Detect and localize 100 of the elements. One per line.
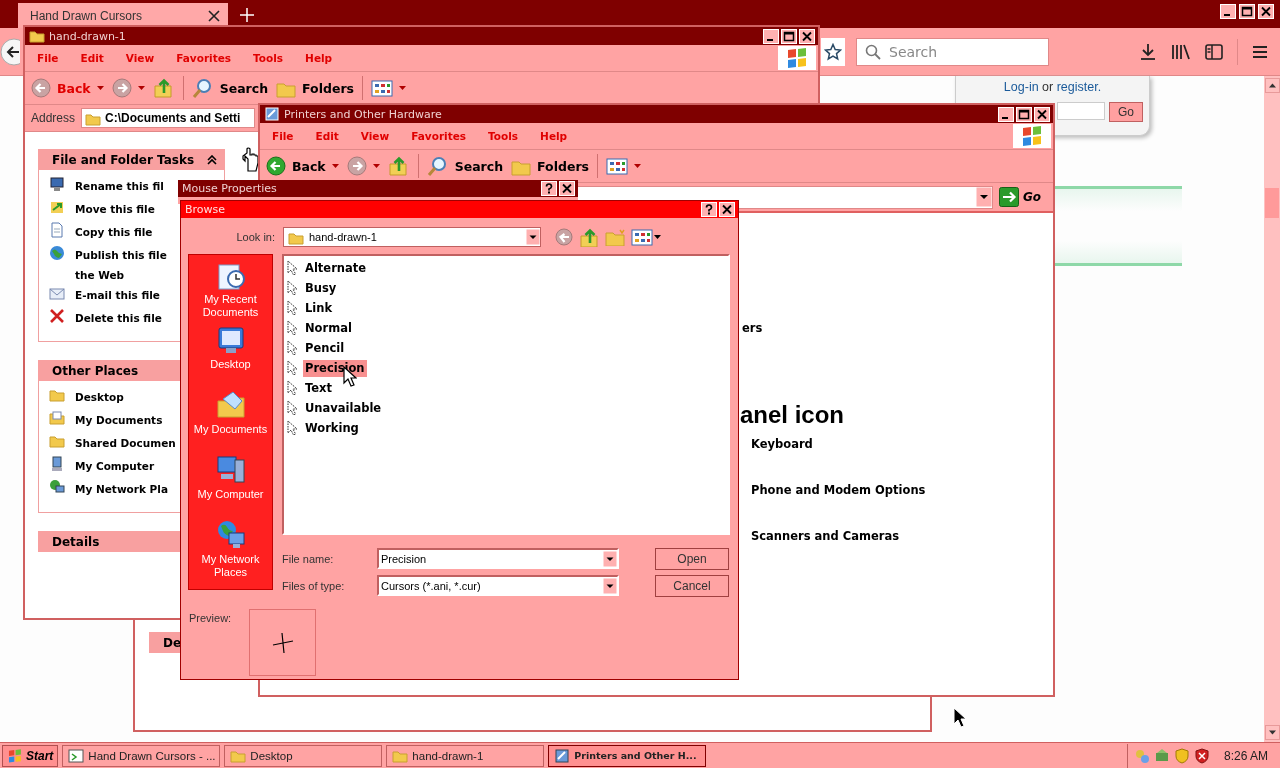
- search-field[interactable]: Search: [856, 37, 1049, 66]
- views-button[interactable]: [631, 227, 661, 247]
- envelope-icon: [49, 285, 65, 301]
- download-icon[interactable]: [1139, 42, 1157, 61]
- file-name-field[interactable]: Precision: [377, 548, 619, 569]
- go-button[interactable]: Go: [999, 187, 1047, 207]
- task-link[interactable]: Rename this fil: [75, 176, 164, 196]
- folder-icon: [49, 387, 65, 403]
- place-shortcut[interactable]: My Recent Documents: [190, 259, 271, 324]
- login-link[interactable]: Log-in: [1003, 80, 1039, 94]
- sidebar-icon[interactable]: [1205, 43, 1223, 60]
- cursor-file-icon: [286, 360, 300, 376]
- look-in-dropdown[interactable]: hand-drawn-1: [283, 227, 541, 247]
- back-button[interactable]: [0, 37, 20, 66]
- category-link[interactable]: ers: [742, 321, 1053, 401]
- list-entry[interactable]: Busy: [303, 279, 339, 297]
- task-link[interactable]: Move this file: [75, 199, 155, 219]
- scroll-down-icon[interactable]: [1264, 725, 1280, 740]
- minimize-button[interactable]: [763, 28, 779, 44]
- help-button[interactable]: [701, 202, 717, 217]
- list-entry[interactable]: Alternate: [303, 259, 369, 277]
- search-button[interactable]: Search: [426, 156, 504, 176]
- task-link[interactable]: My Computer: [75, 456, 155, 476]
- start-button[interactable]: Start: [2, 744, 59, 767]
- address-label: Address: [31, 111, 76, 125]
- new-tab-icon[interactable]: [240, 8, 254, 22]
- close-button[interactable]: [799, 28, 815, 44]
- list-entry[interactable]: Text: [303, 379, 335, 397]
- minimize-button[interactable]: [1220, 4, 1236, 19]
- search-button[interactable]: Search: [191, 78, 269, 98]
- restore-button[interactable]: [1239, 4, 1255, 19]
- windows-flag-icon: [785, 46, 809, 70]
- address-field[interactable]: C:\Documents and Setti: [81, 108, 256, 128]
- task-link[interactable]: E-mail this file: [75, 285, 160, 305]
- bookmark-button[interactable]: [821, 37, 845, 66]
- list-entry[interactable]: Unavailable: [303, 399, 384, 417]
- open-button[interactable]: Open: [655, 547, 729, 570]
- list-entry[interactable]: Link: [303, 299, 335, 317]
- task-link[interactable]: Delete this file: [75, 308, 162, 328]
- task-link[interactable]: Shared Documen: [75, 433, 176, 453]
- maximize-button[interactable]: [1016, 106, 1032, 122]
- taskbar-button[interactable]: Hand Drawn Cursors - ...: [62, 744, 221, 767]
- computer-icon: [49, 456, 65, 472]
- menu-icon[interactable]: [1252, 44, 1268, 59]
- globe-icon: [49, 245, 65, 261]
- place-shortcut[interactable]: My Computer: [190, 454, 271, 519]
- shield-icon[interactable]: [1193, 747, 1210, 764]
- back-button[interactable]: Back: [266, 156, 339, 176]
- taskbar-button[interactable]: hand-drawn-1: [386, 744, 545, 767]
- window-title: Printers and Other Hardware: [284, 107, 443, 121]
- pointer-cursor-icon: [953, 707, 967, 729]
- task-link[interactable]: Copy this file: [75, 222, 153, 242]
- close-icon[interactable]: [208, 9, 220, 22]
- panel-header[interactable]: File and Folder Tasks: [38, 149, 225, 170]
- magnifier-icon: [191, 78, 214, 98]
- control-panel-link[interactable]: Scanners and Cameras: [751, 529, 1053, 575]
- window-title: Mouse Properties: [182, 182, 278, 195]
- monitor-icon: [49, 176, 65, 192]
- task-link[interactable]: My Documents: [75, 410, 163, 430]
- minimize-button[interactable]: [998, 106, 1014, 122]
- taskbar-button[interactable]: Desktop: [224, 744, 383, 767]
- scroll-thumb[interactable]: [1265, 188, 1279, 218]
- scroll-up-icon[interactable]: [1264, 78, 1280, 93]
- cancel-button[interactable]: Cancel: [655, 574, 729, 597]
- file-type-label: Files of type:: [282, 579, 346, 592]
- caret-icon: [654, 235, 661, 239]
- scrollbar[interactable]: [1264, 76, 1280, 742]
- task-link[interactable]: Publish this file the Web: [75, 245, 167, 285]
- file-type-dropdown[interactable]: Cursors (*.ani, *.cur): [377, 575, 619, 596]
- cursor-file-icon: [286, 340, 300, 356]
- close-button[interactable]: [1258, 4, 1274, 19]
- go-button[interactable]: Go: [1109, 102, 1143, 122]
- folders-button[interactable]: Folders: [511, 156, 589, 176]
- close-button[interactable]: [719, 202, 735, 217]
- help-button[interactable]: [541, 181, 557, 196]
- login-prompt: Log-in or register.: [1003, 80, 1102, 94]
- maximize-button[interactable]: [781, 28, 797, 44]
- control-panel-link[interactable]: Phone and Modem Options: [751, 483, 1053, 529]
- taskbar-button[interactable]: Printers and Other H...: [548, 744, 707, 767]
- list-entry[interactable]: Precision: [303, 359, 367, 377]
- views-button[interactable]: [371, 78, 406, 98]
- place-shortcut[interactable]: My Documents: [190, 389, 271, 454]
- delete-icon: [49, 308, 65, 324]
- library-icon[interactable]: [1171, 42, 1191, 61]
- control-panel-link[interactable]: Keyboard: [751, 437, 1053, 483]
- window-icon: [554, 747, 571, 764]
- list-entry[interactable]: Working: [303, 419, 361, 437]
- login-input[interactable]: [1057, 102, 1105, 120]
- views-button[interactable]: [606, 156, 641, 176]
- folders-button[interactable]: Folders: [276, 78, 354, 98]
- cursor-file-icon: [286, 260, 300, 276]
- close-button[interactable]: [559, 181, 575, 196]
- list-entry[interactable]: Pencil: [303, 339, 347, 357]
- register-link[interactable]: register.: [1056, 80, 1102, 94]
- task-link[interactable]: My Network Pla: [75, 479, 168, 499]
- task-link[interactable]: Desktop: [75, 387, 124, 407]
- chevron-icon[interactable]: [207, 154, 217, 165]
- close-button[interactable]: [1034, 106, 1050, 122]
- caret-icon: [96, 86, 104, 90]
- list-entry[interactable]: Normal: [303, 319, 354, 337]
